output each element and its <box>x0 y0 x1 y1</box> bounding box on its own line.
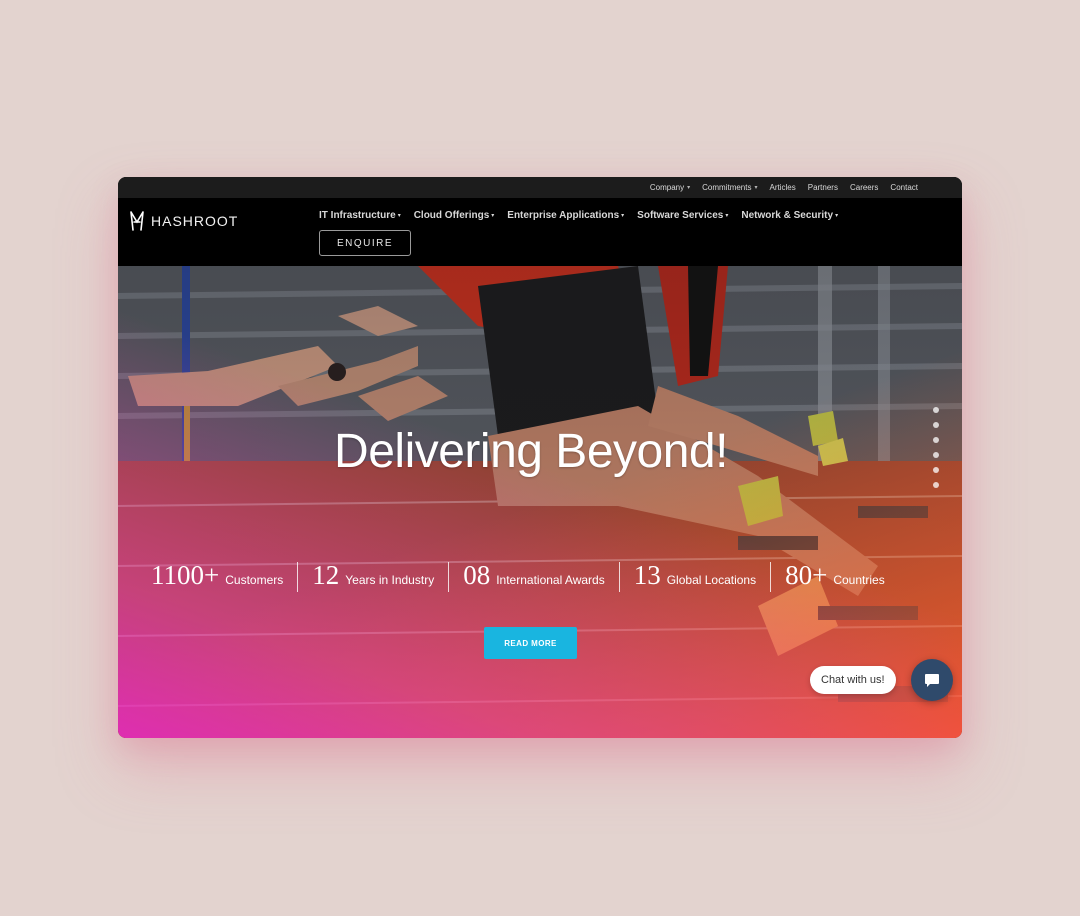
utility-nav: Company ▾ Commitments ▾ Articles Partner… <box>118 177 962 198</box>
nav-item-software-services[interactable]: Software Services ▾ <box>637 210 728 221</box>
browser-frame: Company ▾ Commitments ▾ Articles Partner… <box>118 177 962 738</box>
utility-item-label: Articles <box>769 183 796 192</box>
brand-name: HASHROOT <box>151 213 239 229</box>
chat-button[interactable] <box>911 659 953 701</box>
utility-item-careers[interactable]: Careers <box>850 183 878 192</box>
stat-label: Years in Industry <box>345 572 435 587</box>
utility-item-label: Careers <box>849 183 879 192</box>
nav-item-label: Software Services <box>637 210 724 221</box>
stat-number: 80+ <box>785 559 828 590</box>
nav-item-enterprise-applications[interactable]: Enterprise Applications ▾ <box>507 210 624 221</box>
nav-item-it-infrastructure[interactable]: IT Infrastructure ▾ <box>319 210 401 221</box>
utility-item-label: Contact <box>890 183 918 192</box>
chevron-down-icon: ▾ <box>835 213 839 219</box>
chevron-down-icon: ▾ <box>725 213 729 219</box>
stats-bar: 1100+ Customers 12 Years in Industry 08 … <box>142 560 938 595</box>
stat-number: 12 <box>312 559 340 590</box>
stat-countries: 80+ Countries <box>771 560 899 595</box>
slider-dot[interactable] <box>933 467 939 473</box>
utility-item-partners[interactable]: Partners <box>808 183 838 192</box>
stat-number: 08 <box>463 559 491 590</box>
stat-customers: 1100+ Customers <box>142 560 297 595</box>
read-more-button[interactable]: READ MORE <box>484 627 577 659</box>
utility-item-company[interactable]: Company ▾ <box>650 183 690 192</box>
chat-icon <box>925 674 939 687</box>
primary-nav: IT Infrastructure ▾ Cloud Offerings ▾ En… <box>319 210 838 221</box>
slider-dot[interactable] <box>933 482 939 488</box>
stat-number: 1100+ <box>151 559 220 590</box>
nav-item-label: Enterprise Applications <box>507 210 620 221</box>
slider-pagination <box>933 407 939 488</box>
utility-item-label: Commitments <box>702 183 752 192</box>
nav-item-cloud-offerings[interactable]: Cloud Offerings ▾ <box>414 210 495 221</box>
chevron-down-icon: ▾ <box>754 185 758 191</box>
hashroot-logo-icon <box>130 211 144 231</box>
slider-dot[interactable] <box>933 407 939 413</box>
utility-item-label: Partners <box>807 183 838 192</box>
stat-years: 12 Years in Industry <box>298 560 448 595</box>
brand-logo[interactable]: HASHROOT <box>129 210 238 232</box>
slider-dot[interactable] <box>933 437 939 443</box>
chevron-down-icon: ▾ <box>621 213 625 219</box>
chat-prompt[interactable]: Chat with us! <box>810 666 896 694</box>
chevron-down-icon: ▾ <box>397 213 401 219</box>
utility-item-contact[interactable]: Contact <box>890 183 918 192</box>
utility-item-commitments[interactable]: Commitments ▾ <box>702 183 757 192</box>
nav-item-label: Network & Security <box>741 210 834 221</box>
hero-title: Delivering Beyond! <box>334 425 728 478</box>
stat-label: Countries <box>833 572 885 587</box>
nav-item-label: Cloud Offerings <box>413 210 490 221</box>
stat-number: 13 <box>633 559 661 590</box>
utility-item-articles[interactable]: Articles <box>770 183 796 192</box>
stat-label: Customers <box>225 572 284 587</box>
main-navbar: HASHROOT IT Infrastructure ▾ Cloud Offer… <box>118 198 962 266</box>
nav-item-label: IT Infrastructure <box>319 210 396 221</box>
enquire-button[interactable]: ENQUIRE <box>319 230 411 256</box>
utility-item-label: Company <box>649 183 685 192</box>
stat-label: International Awards <box>496 572 605 587</box>
stat-locations: 13 Global Locations <box>620 560 770 595</box>
hero-banner: Delivering Beyond! 1100+ Customers 12 Ye… <box>118 266 962 738</box>
stat-awards: 08 International Awards <box>449 560 619 595</box>
chevron-down-icon: ▾ <box>687 185 691 191</box>
nav-item-network-security[interactable]: Network & Security ▾ <box>741 210 838 221</box>
chevron-down-icon: ▾ <box>491 213 495 219</box>
stat-label: Global Locations <box>666 572 757 587</box>
slider-dot[interactable] <box>933 452 939 458</box>
slider-dot[interactable] <box>933 422 939 428</box>
